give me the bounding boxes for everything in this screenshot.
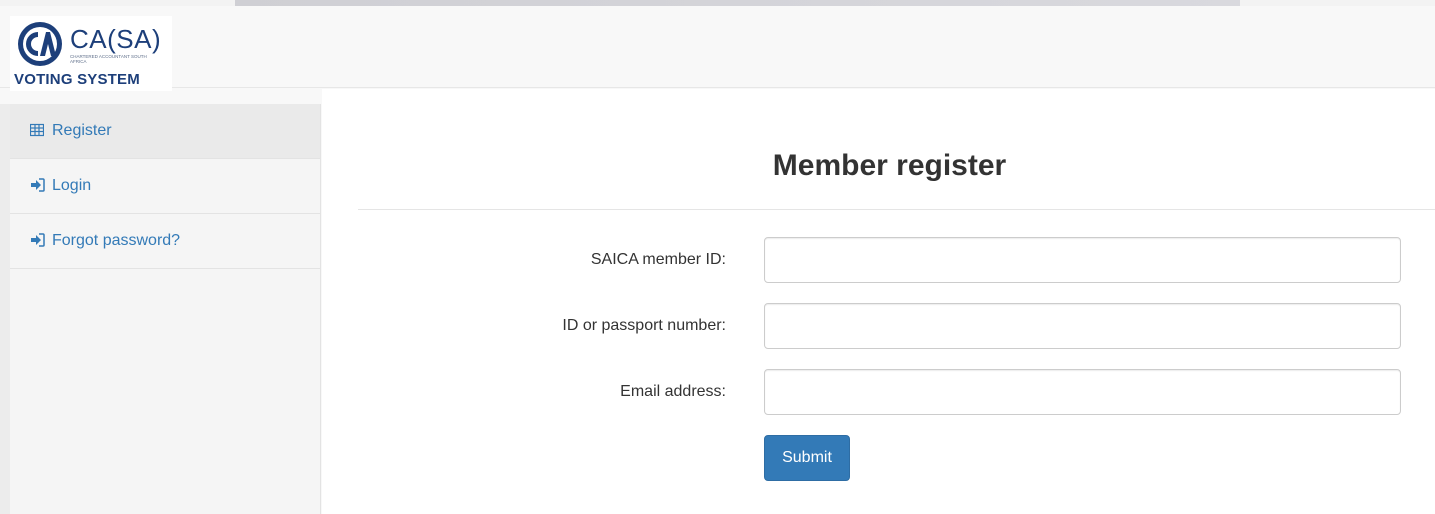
page: CA(SA) CHARTERED ACCOUNTANT SOUTH AFRICA… — [0, 0, 1435, 514]
sidebar-item-forgot-password[interactable]: Forgot password? — [0, 214, 320, 269]
sidebar-item-register[interactable]: Register — [0, 104, 320, 159]
id-passport-input[interactable] — [764, 303, 1401, 349]
email-label: Email address: — [620, 383, 726, 400]
title-divider — [358, 209, 1435, 210]
sidebar: Register Login Forgot password? — [0, 104, 321, 514]
submit-button[interactable]: Submit — [764, 435, 850, 481]
navbar: CA(SA) CHARTERED ACCOUNTANT SOUTH AFRICA… — [0, 6, 1435, 91]
email-input[interactable] — [764, 369, 1401, 415]
login-icon — [30, 233, 46, 249]
sidebar-item-label: Forgot password? — [52, 232, 181, 249]
sidebar-item-login[interactable]: Login — [0, 159, 320, 214]
table-icon — [30, 123, 46, 139]
main-content: Member register SAICA member ID: ID or p… — [322, 89, 1435, 514]
sidebar-edge — [0, 104, 10, 514]
member-id-label: SAICA member ID: — [590, 251, 726, 268]
logo[interactable]: CA(SA) CHARTERED ACCOUNTANT SOUTH AFRICA… — [10, 16, 172, 91]
form-row-member-id: SAICA member ID: — [322, 237, 1435, 283]
form-row-id-passport: ID or passport number: — [322, 303, 1435, 349]
logo-tagline: CHARTERED ACCOUNTANT SOUTH AFRICA — [70, 54, 147, 64]
id-passport-label: ID or passport number: — [562, 317, 726, 334]
sidebar-item-label: Login — [52, 177, 92, 194]
page-title: Member register — [772, 149, 1007, 182]
member-id-input[interactable] — [764, 237, 1401, 283]
sidebar-item-label: Register — [52, 122, 112, 139]
form-row-email: Email address: — [322, 369, 1435, 415]
ca-logo-mark-icon — [18, 22, 62, 66]
login-icon — [30, 178, 46, 194]
logo-wordmark: CA(SA) — [70, 24, 162, 54]
logo-system-name: VOTING SYSTEM — [14, 71, 140, 88]
